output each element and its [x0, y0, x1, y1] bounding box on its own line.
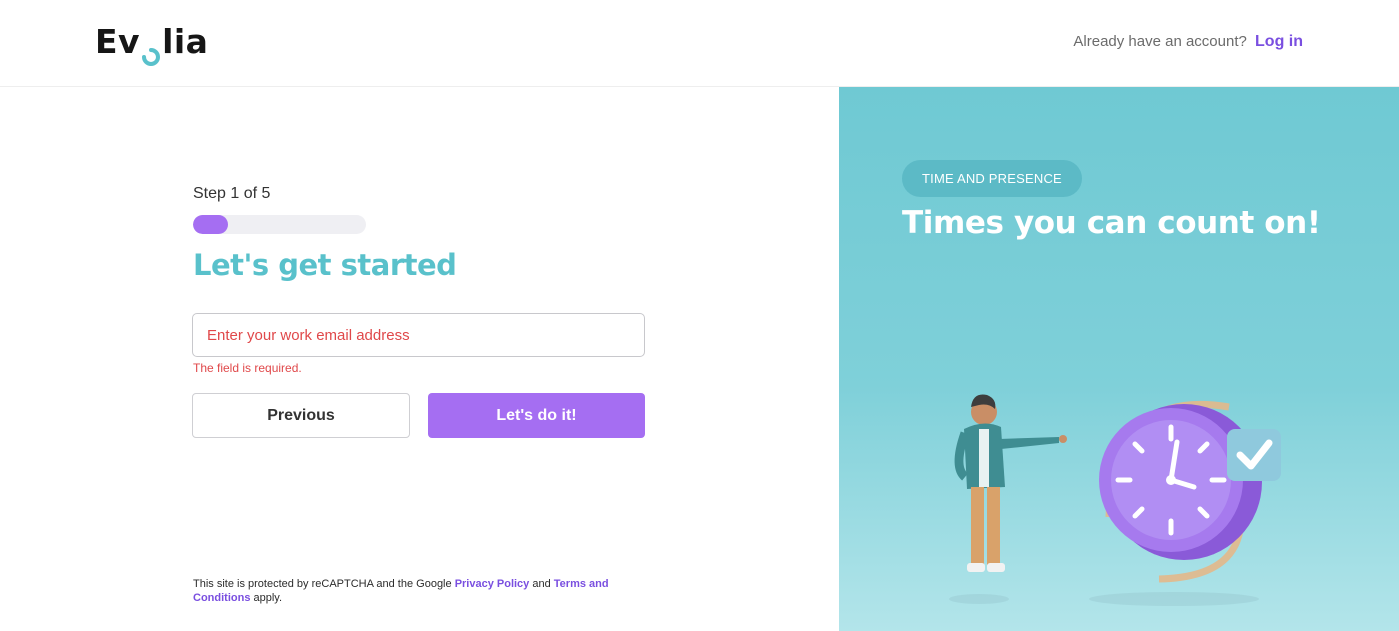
recaptcha-prefix: This site is protected by reCAPTCHA and …	[193, 578, 452, 590]
next-button[interactable]: Let's do it!	[428, 393, 645, 438]
promo-panel: TIME AND PRESENCE Times you can count on…	[839, 87, 1399, 631]
login-prompt: Already have an account? Log in	[1073, 33, 1303, 51]
page-title: Let's get started	[193, 248, 457, 282]
logo-o-mark-icon	[141, 36, 161, 66]
account-prompt-text: Already have an account?	[1073, 33, 1247, 50]
logo-text-left: Ev	[95, 22, 141, 61]
feature-badge: TIME AND PRESENCE	[902, 160, 1082, 197]
logo-text-right: lia	[162, 22, 209, 61]
recaptcha-suffix: apply.	[253, 592, 283, 604]
previous-button[interactable]: Previous	[192, 393, 410, 438]
person-clock-illustration	[949, 394, 1281, 606]
login-link[interactable]: Log in	[1255, 33, 1303, 50]
person-figure	[954, 394, 1067, 572]
promo-tagline: Times you can count on!	[902, 205, 1321, 241]
email-error-message: The field is required.	[193, 361, 302, 375]
progress-bar	[193, 215, 366, 234]
checkmark-icon	[1227, 429, 1281, 481]
progress-bar-fill	[193, 215, 228, 234]
privacy-policy-link[interactable]: Privacy Policy	[455, 578, 530, 590]
recaptcha-notice: This site is protected by reCAPTCHA and …	[193, 577, 643, 605]
step-indicator: Step 1 of 5	[193, 185, 271, 202]
top-header: Ev lia Already have an account? Log in	[0, 0, 1399, 87]
recaptcha-and: and	[532, 578, 551, 590]
clock-icon	[1099, 404, 1262, 560]
email-input[interactable]	[192, 313, 645, 357]
evolia-logo[interactable]: Ev lia	[95, 22, 209, 66]
